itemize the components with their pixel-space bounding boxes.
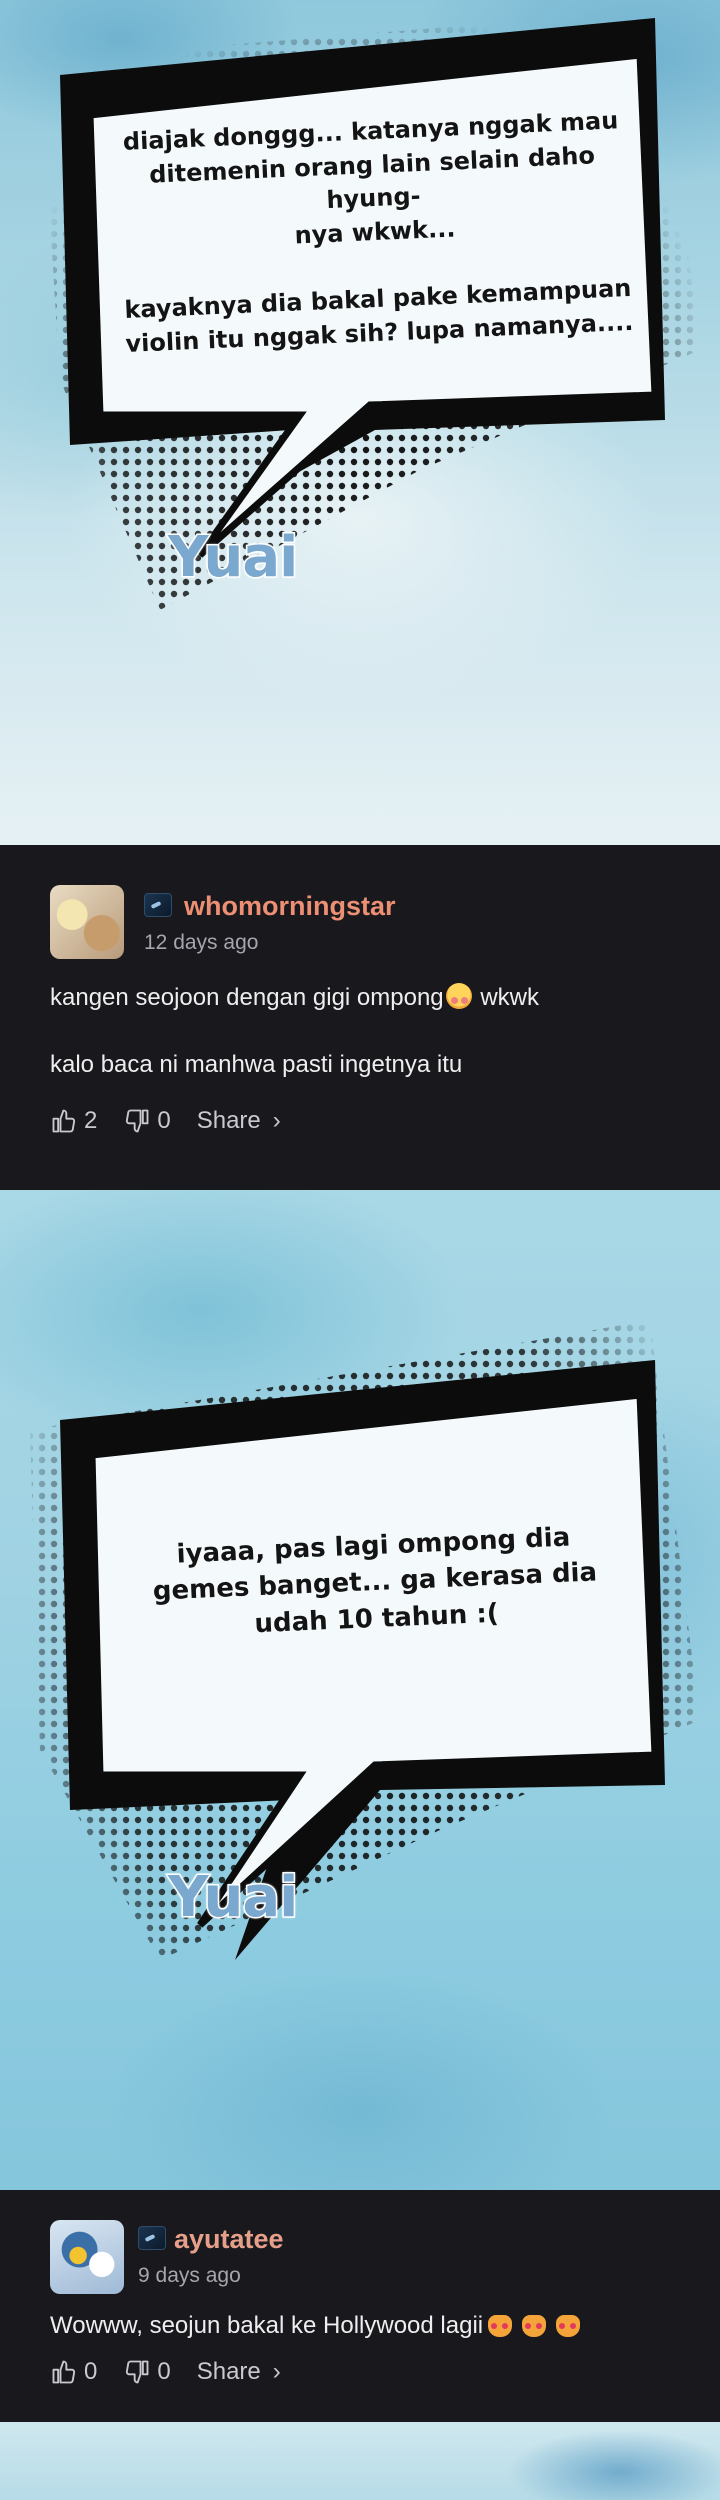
speech-text: iyaaa, pas lagi ompong dia gemes banget.… (152, 1522, 598, 1640)
timestamp: 12 days ago (144, 931, 259, 954)
comment-text: kangen seojoon dengan gigi ompong (50, 984, 444, 1011)
comment-actions: 0 0 Share › (50, 2358, 307, 2386)
manhwa-panel-1: diajak donggg... katanya nggak mau ditem… (0, 0, 720, 845)
thumbs-up-icon (52, 1109, 76, 1133)
like-count: 2 (84, 1107, 98, 1134)
thumbs-up-icon (52, 2360, 76, 2384)
comment-actions: 2 0 Share › (50, 1107, 307, 1135)
share-label: Share (196, 2358, 261, 2385)
dislike-button[interactable]: 0 (123, 1107, 171, 1135)
username[interactable]: ayutatee (174, 2224, 284, 2255)
username[interactable]: whomorningstar (184, 891, 396, 922)
chevron-right-icon: › (272, 1107, 281, 1134)
comment-card: whomorningstar 12 days ago kangen seojoo… (0, 845, 720, 1190)
thumbs-down-icon (126, 2360, 149, 2384)
sad-face-emoji (445, 983, 472, 1009)
share-button[interactable]: Share › (197, 1107, 281, 1135)
comment-text-suffix: wkwk (480, 984, 539, 1011)
speech-bubble-2 (30, 1320, 700, 1960)
comment-card: ayutatee 9 days ago Wowww, seojun bakal … (0, 2190, 720, 2422)
comment-text: Wowww, seojun bakal ke Hollywood lagii (50, 2312, 484, 2339)
speaker-name: Yuai (166, 524, 299, 592)
like-button[interactable]: 2 (50, 1107, 97, 1135)
timestamp: 9 days ago (138, 2264, 241, 2287)
badge-icon (144, 893, 172, 917)
share-button[interactable]: Share › (197, 2358, 281, 2386)
cat-face-emoji (488, 2315, 513, 2337)
like-count: 0 (84, 2358, 98, 2385)
cat-face-emoji (556, 2315, 581, 2337)
comment-text-line-1: Wowww, seojun bakal ke Hollywood lagii (50, 2312, 585, 2340)
chevron-right-icon: › (272, 2358, 281, 2385)
speech-text: diajak donggg... katanya nggak mau ditem… (122, 106, 634, 358)
share-label: Share (196, 1107, 261, 1134)
manhwa-panel-2: iyaaa, pas lagi ompong dia gemes banget.… (0, 1190, 720, 2190)
cat-face-emoji (522, 2315, 547, 2337)
thumbs-down-icon (126, 1109, 149, 1133)
badge-icon (138, 2226, 166, 2250)
comment-text-line-1: kangen seojoon dengan gigi ompong wkwk (50, 983, 539, 1012)
avatar[interactable] (50, 885, 124, 959)
speaker-name: Yuai (166, 1864, 299, 1932)
avatar[interactable] (50, 2220, 124, 2294)
dislike-button[interactable]: 0 (123, 2358, 171, 2386)
comment-text-line-2: kalo baca ni manhwa pasti ingetnya itu (50, 1051, 463, 1078)
dislike-count: 0 (157, 2358, 171, 2385)
like-button[interactable]: 0 (50, 2358, 97, 2386)
dislike-count: 0 (157, 1107, 171, 1134)
manhwa-panel-3 (0, 2422, 720, 2500)
